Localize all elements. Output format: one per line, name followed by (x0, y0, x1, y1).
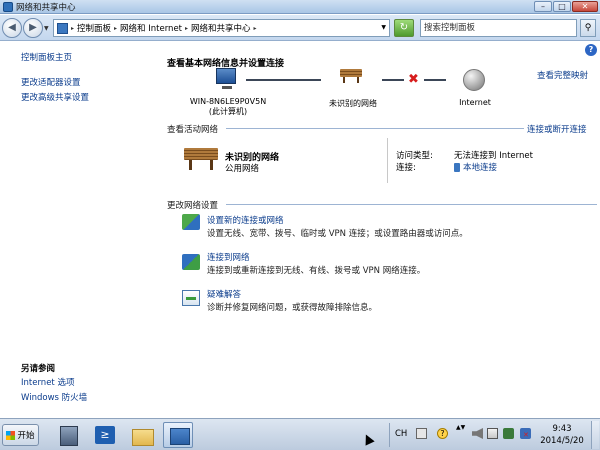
volume-icon[interactable] (472, 428, 483, 439)
chevron-right-icon[interactable]: ▸ (114, 25, 117, 32)
local-connection-link[interactable]: 本地连接 (454, 161, 497, 173)
clock[interactable]: 9:43 2014/5/20 (536, 423, 588, 447)
control-panel-icon (57, 22, 68, 34)
clock-time: 9:43 (552, 424, 572, 434)
sidebar-link-internet-options[interactable]: Internet 选项 (21, 376, 74, 388)
show-desktop-button[interactable] (591, 421, 599, 449)
connect-network-desc: 连接到或重新连接到无线、有线、拨号或 VPN 网络连接。 (207, 266, 426, 276)
refresh-button[interactable]: ↻ (394, 19, 414, 37)
access-type-value: 无法连接到 Internet (454, 151, 533, 161)
connection-line (382, 79, 404, 81)
forward-button[interactable]: ▶ (23, 18, 43, 38)
search-input[interactable]: 搜索控制面板 (420, 19, 577, 37)
window-title: 网络和共享中心 (16, 2, 76, 13)
navigation-bar: ◀ ▶ ▼ ▸ 控制面板 ▸ 网络和 Internet ▸ 网络和共享中心 ▸ … (0, 15, 600, 41)
title-bar: 网络和共享中心 – □ ✕ (0, 0, 600, 14)
see-also-heading: 另请参阅 (21, 364, 56, 374)
connections-label: 连接: (396, 163, 416, 173)
chevron-right-icon[interactable]: ▸ (254, 25, 257, 32)
computer-label: WIN-8N6LE9P0V5N (此计算机) (188, 97, 268, 117)
breadcrumb-control-panel[interactable]: 控制面板 (77, 22, 111, 34)
local-connection-label: 本地连接 (463, 163, 498, 173)
minimize-button[interactable]: – (534, 1, 552, 12)
powershell-icon[interactable] (90, 422, 120, 448)
address-dropdown[interactable]: ▼ (381, 24, 386, 31)
help-icon[interactable]: ? (437, 428, 448, 439)
setup-connection-desc: 设置无线、宽带、拨号、临时或 VPN 连接；或设置路由器或访问点。 (207, 229, 468, 239)
address-bar[interactable]: ▸ 控制面板 ▸ 网络和 Internet ▸ 网络和共享中心 ▸ ▼ (53, 19, 390, 37)
connect-network-link[interactable]: 连接到网络 (207, 251, 250, 263)
windows-logo-icon (6, 430, 16, 440)
bench-icon (340, 69, 362, 83)
this-computer-label: (此计算机) (208, 107, 248, 116)
network-adapter-icon (454, 163, 460, 172)
sidebar-link-adapter-settings[interactable]: 更改适配器设置 (21, 76, 81, 88)
section-divider (226, 204, 597, 205)
maximize-button[interactable]: □ (553, 1, 571, 12)
clock-date: 2014/5/20 (540, 436, 584, 446)
start-label: 开始 (17, 431, 35, 441)
explorer-folder-icon[interactable] (127, 422, 157, 448)
help-icon[interactable]: ? (585, 44, 597, 56)
connection-line (246, 79, 321, 81)
change-settings-heading: 更改网络设置 (167, 201, 219, 211)
recent-pages-dropdown[interactable]: ▼ (44, 25, 49, 32)
connect-network-icon (182, 254, 200, 270)
breadcrumb-sharing-center[interactable]: 网络和共享中心 (191, 22, 251, 34)
chevron-right-icon[interactable]: ▸ (71, 25, 74, 32)
view-full-map-link[interactable]: 查看完整映射 (537, 69, 588, 81)
sidebar-link-home[interactable]: 控制面板主页 (21, 51, 72, 63)
computer-icon (216, 68, 236, 89)
start-button[interactable]: 开始 (2, 424, 39, 446)
network-status-icon[interactable] (520, 428, 531, 439)
broken-connection-icon: ✖ (408, 72, 419, 87)
content-area: 控制面板主页 更改适配器设置 更改高级共享设置 另请参阅 Internet 选项… (0, 42, 600, 418)
sidebar-link-windows-firewall[interactable]: Windows 防火墙 (21, 391, 87, 403)
close-button[interactable]: ✕ (572, 1, 598, 12)
access-type-label: 访问类型: (396, 151, 433, 161)
troubleshoot-desc: 诊断并修复网络问题，或获得故障排除信息。 (207, 303, 378, 313)
connect-disconnect-link[interactable]: 连接或断开连接 (527, 123, 587, 135)
action-center-flag-icon[interactable] (487, 428, 498, 439)
globe-icon (463, 69, 485, 91)
tray-expand-icon[interactable]: ▲▼ (456, 424, 467, 435)
chevron-right-icon[interactable]: ▸ (185, 25, 188, 32)
network-type-link[interactable]: 公用网络 (225, 162, 259, 174)
back-button[interactable]: ◀ (2, 18, 22, 38)
window-controls: – □ ✕ (534, 1, 598, 12)
section-divider (226, 128, 524, 129)
setup-connection-link[interactable]: 设置新的连接或网络 (207, 214, 284, 226)
bench-icon[interactable] (184, 148, 218, 170)
server-manager-icon[interactable] (54, 422, 84, 448)
connection-line (424, 79, 446, 81)
network-node-label: 未识别的网络 (329, 99, 377, 108)
power-icon[interactable] (503, 428, 514, 439)
taskbar: 开始 CH ? ▲▼ 9:43 2014/5/20 (0, 418, 600, 450)
active-networks-heading: 查看活动网络 (167, 125, 219, 135)
search-icon[interactable]: ⚲ (580, 19, 596, 37)
vertical-divider (387, 138, 388, 183)
network-center-icon (3, 1, 13, 12)
network-setup-icon (182, 214, 200, 230)
internet-node-label: Internet (459, 98, 491, 107)
sidebar: 控制面板主页 更改适配器设置 更改高级共享设置 另请参阅 Internet 选项… (0, 42, 160, 418)
tray-divider (389, 423, 390, 447)
sidebar-link-advanced-sharing[interactable]: 更改高级共享设置 (21, 91, 89, 103)
breadcrumb-network-internet[interactable]: 网络和 Internet (120, 22, 182, 34)
computer-name: WIN-8N6LE9P0V5N (189, 97, 267, 106)
network-center-taskbar-icon[interactable] (163, 422, 193, 448)
keyboard-icon[interactable] (416, 428, 427, 439)
troubleshoot-icon (182, 290, 200, 306)
language-indicator[interactable]: CH (395, 429, 407, 439)
troubleshoot-link[interactable]: 疑难解答 (207, 288, 241, 300)
